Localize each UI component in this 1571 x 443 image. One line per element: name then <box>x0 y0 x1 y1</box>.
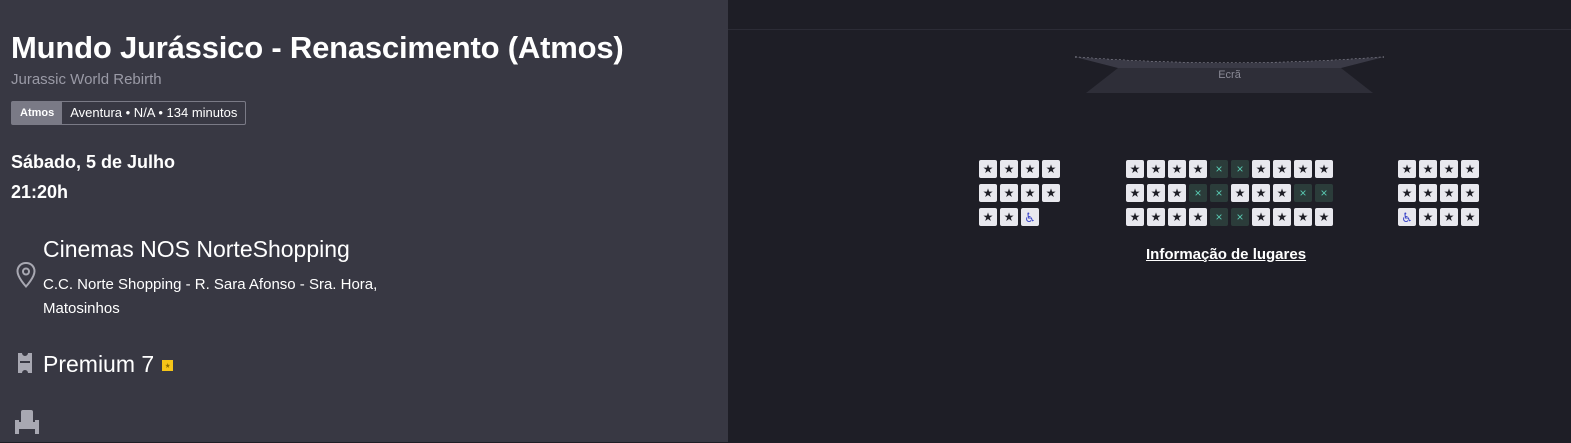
seat-row: ★ ★ ★ ★ <box>979 160 1060 178</box>
seat-premium[interactable]: ★ <box>1294 160 1312 178</box>
seat-premium[interactable]: ★ <box>1000 160 1018 178</box>
seat-row: ♿ ★ ★ ★ <box>1398 208 1479 226</box>
seat-premium[interactable]: ★ <box>1147 160 1165 178</box>
seat-premium[interactable]: ★ <box>1168 208 1186 226</box>
seat-occupied: × <box>1210 184 1228 202</box>
seat-info-link[interactable]: Informação de lugares <box>1146 246 1306 263</box>
seat-icon <box>14 408 40 443</box>
seat-premium[interactable]: ★ <box>1168 160 1186 178</box>
seat-map-panel: Ecrã ★ ★ ★ ★ ★ ★ ★ ★ ★ ★ ♿ ★ ★ ★ ★ × × ★ ★ ★ ★ ★ ★ ★ × × ★ ★ ★ × × ★ ★ ★… <box>728 0 1571 442</box>
seat-premium[interactable]: ★ <box>1000 184 1018 202</box>
movie-info-tag: Aventura • N/A • 134 minutos <box>70 105 238 120</box>
screen: Ecrã <box>1073 55 1386 95</box>
ticket-icon <box>17 352 33 379</box>
seat-premium[interactable]: ★ <box>1042 184 1060 202</box>
seat-row: ★ ★ ★ ★ × × ★ ★ ★ ★ <box>1126 160 1333 178</box>
room-name: Premium 7 <box>43 351 155 377</box>
map-pin-icon <box>16 261 36 293</box>
seat-premium[interactable]: ★ <box>1273 184 1291 202</box>
seat-premium[interactable]: ★ <box>1189 208 1207 226</box>
seat-premium[interactable]: ★ <box>1315 160 1333 178</box>
seat-block-right: ★ ★ ★ ★ ★ ★ ★ ★ ♿ ★ ★ ★ <box>1398 160 1479 232</box>
seat-premium[interactable]: ★ <box>1315 208 1333 226</box>
seat-premium[interactable]: ★ <box>1440 184 1458 202</box>
divider <box>728 29 1571 30</box>
movie-tags: Atmos Aventura • N/A • 134 minutos <box>11 101 247 125</box>
session-time: 21:20h <box>11 182 69 202</box>
movie-title: Mundo Jurássico - Renascimento (Atmos) <box>11 30 624 65</box>
seat-row: ★ ★ ♿ <box>979 208 1060 226</box>
format-tag: Atmos <box>12 102 63 124</box>
seat-premium[interactable]: ★ <box>1252 184 1270 202</box>
session-details-panel: Mundo Jurássico - Renascimento (Atmos) J… <box>0 0 728 442</box>
session-date: Sábado, 5 de Julho <box>11 152 176 172</box>
seat-premium[interactable]: ★ <box>1126 160 1144 178</box>
seat-occupied: × <box>1210 208 1228 226</box>
seat-premium[interactable]: ★ <box>1042 160 1060 178</box>
seat-premium[interactable]: ★ <box>1021 160 1039 178</box>
screen-label: Ecrã <box>1218 69 1241 81</box>
seat-occupied: × <box>1189 184 1207 202</box>
seat-premium[interactable]: ★ <box>1231 184 1249 202</box>
seat-block-left: ★ ★ ★ ★ ★ ★ ★ ★ ★ ★ ♿ <box>979 160 1060 232</box>
cinema-address: C.C. Norte Shopping - R. Sara Afonso - S… <box>43 276 378 317</box>
seat-premium[interactable]: ★ <box>1273 160 1291 178</box>
seat-row: ★ ★ ★ ★ <box>979 184 1060 202</box>
seat-row: ★ ★ ★ × × ★ ★ ★ × × <box>1126 184 1333 202</box>
seat-premium[interactable]: ★ <box>1021 184 1039 202</box>
seat-block-center: ★ ★ ★ ★ × × ★ ★ ★ ★ ★ ★ ★ × × ★ ★ ★ × × ★ ★ ★ ★ × × ★ ★ ★ ★ <box>1126 160 1333 232</box>
seat-premium[interactable]: ★ <box>1440 160 1458 178</box>
seat-occupied: × <box>1210 160 1228 178</box>
seat-premium[interactable]: ★ <box>1252 160 1270 178</box>
seat-premium[interactable]: ★ <box>1147 208 1165 226</box>
seat-premium[interactable]: ★ <box>1189 160 1207 178</box>
seat-premium[interactable]: ★ <box>979 184 997 202</box>
seat-occupied: × <box>1231 160 1249 178</box>
seat-premium[interactable]: ★ <box>1126 208 1144 226</box>
cinema-name: Cinemas NOS NorteShopping <box>43 236 350 262</box>
seat-premium[interactable]: ★ <box>1147 184 1165 202</box>
seat-premium[interactable]: ★ <box>979 160 997 178</box>
seat-row: ★ ★ ★ ★ <box>1398 184 1479 202</box>
seat-premium[interactable]: ★ <box>1419 160 1437 178</box>
seat-premium[interactable]: ★ <box>1000 208 1018 226</box>
seat-premium[interactable]: ★ <box>1252 208 1270 226</box>
seat-premium[interactable]: ★ <box>1126 184 1144 202</box>
premium-badge-icon <box>162 360 174 371</box>
seat-row: ★ ★ ★ ★ <box>1398 160 1479 178</box>
seat-occupied: × <box>1231 208 1249 226</box>
seat-premium[interactable]: ★ <box>1398 184 1416 202</box>
room: Premium 7 <box>43 351 174 378</box>
seat-premium[interactable]: ★ <box>1273 208 1291 226</box>
seat-occupied: × <box>1315 184 1333 202</box>
seat-row: ★ ★ ★ ★ × × ★ ★ ★ ★ <box>1126 208 1333 226</box>
seat-premium[interactable]: ★ <box>1419 208 1437 226</box>
seat-premium[interactable]: ★ <box>1440 208 1458 226</box>
seat-occupied: × <box>1294 184 1312 202</box>
seat-accessible[interactable]: ♿ <box>1021 208 1039 226</box>
seat-premium[interactable]: ★ <box>1461 208 1479 226</box>
seat-premium[interactable]: ★ <box>1398 160 1416 178</box>
seat-premium[interactable]: ★ <box>979 208 997 226</box>
seat-premium[interactable]: ★ <box>1168 184 1186 202</box>
seat-premium[interactable]: ★ <box>1461 160 1479 178</box>
seat-premium[interactable]: ★ <box>1294 208 1312 226</box>
seat-premium[interactable]: ★ <box>1461 184 1479 202</box>
seat-premium[interactable]: ★ <box>1419 184 1437 202</box>
movie-original-title: Jurassic World Rebirth <box>11 71 162 88</box>
seat-accessible[interactable]: ♿ <box>1398 208 1416 226</box>
